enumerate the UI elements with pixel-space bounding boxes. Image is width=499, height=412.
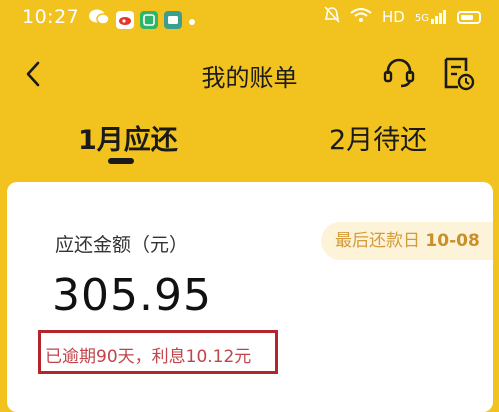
- amount-due-label: 应还金额（元）: [55, 234, 189, 256]
- status-bar: 10:27 HD 5G: [0, 0, 499, 36]
- message-app-icon: [164, 10, 182, 29]
- status-right: HD 5G: [324, 6, 481, 28]
- bill-clock-icon: [444, 57, 475, 91]
- tab-january-due[interactable]: 1月应还: [78, 118, 178, 157]
- amount-due-value: 305.95: [52, 270, 212, 321]
- bill-history-button[interactable]: [440, 53, 476, 93]
- dot-indicator-icon: [188, 9, 196, 31]
- green-app-icon: [140, 10, 158, 29]
- overdue-note: 已逾期90天，利息10.12元: [45, 347, 252, 367]
- tab-february-pending[interactable]: 2月待还: [329, 118, 427, 157]
- network-type-label: HD: [382, 8, 405, 26]
- page-title: 我的账单: [201, 64, 298, 92]
- month-tabs: 1月应还 2月待还: [0, 112, 499, 172]
- signal-type-label: 5G: [414, 13, 429, 24]
- chat-app-icon: [88, 8, 110, 31]
- wifi-icon: [350, 7, 372, 27]
- customer-service-button[interactable]: [380, 54, 418, 92]
- headset-icon: [383, 58, 415, 88]
- bill-card: 应还金额（元） 最后还款日 10-08 305.95 已逾期90天，利息10.1…: [7, 182, 493, 412]
- status-time: 10:27: [22, 6, 80, 28]
- signal-icon: 5G: [415, 10, 447, 24]
- due-date-prefix: 最后还款日: [335, 231, 420, 251]
- mute-bell-icon: [324, 6, 340, 28]
- nav-bar: 我的账单: [0, 44, 499, 104]
- active-tab-indicator: [108, 158, 134, 164]
- status-notification-icons: [88, 8, 196, 31]
- battery-icon: [457, 10, 481, 24]
- due-date-badge: 最后还款日 10-08: [321, 222, 493, 260]
- due-date-value: 10-08: [425, 231, 480, 251]
- weibo-app-icon: [116, 10, 134, 29]
